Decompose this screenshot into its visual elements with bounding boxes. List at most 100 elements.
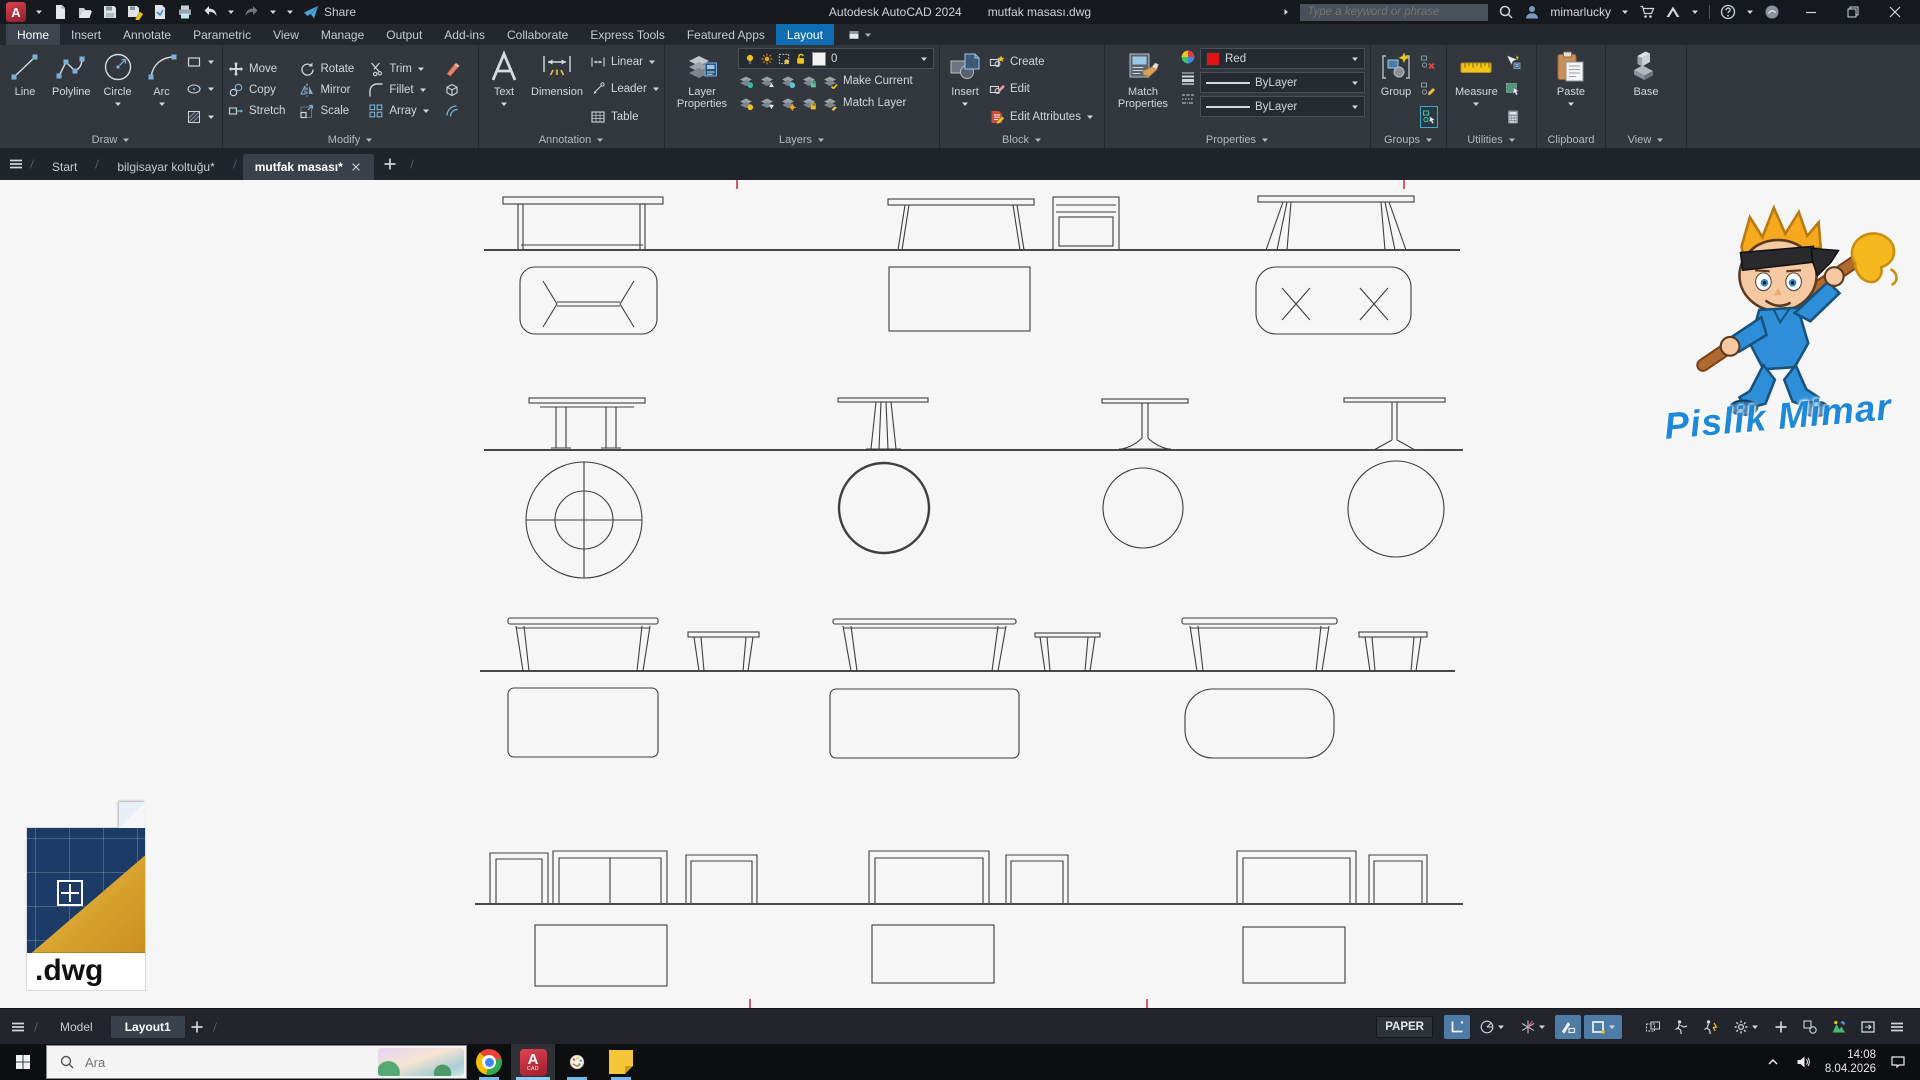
line-tool[interactable]: Line [5,48,45,131]
stretch-tool[interactable]: Stretch [228,100,285,121]
clipboard-panel-label[interactable]: Clipboard [1537,131,1605,148]
drawing-canvas[interactable]: Pislik Mimar .dwg [0,180,1920,1008]
groups-panel-label[interactable]: Groups [1371,131,1446,148]
help-search-input[interactable] [1305,5,1483,19]
create-block-tool[interactable]: Create [989,52,1094,72]
edit-attributes-tool[interactable]: Edit Attributes [989,107,1094,127]
plot-icon[interactable] [177,4,193,20]
annotation-panel-label[interactable]: Annotation [479,131,664,148]
layer-prev-icon[interactable] [759,95,775,111]
view-panel-label[interactable]: View [1606,131,1686,148]
selection-cycling-toggle[interactable] [1640,1015,1666,1039]
match-layer-label[interactable]: Match Layer [843,97,906,109]
match-properties-tool[interactable]: Match Properties [1110,48,1176,131]
app-menu-caret-icon[interactable] [35,8,43,16]
text-tool[interactable]: Text [484,48,524,131]
arc-tool[interactable]: Arc [142,48,182,131]
isolate-objects-button[interactable] [1797,1015,1823,1039]
new-file-icon[interactable] [52,4,68,20]
layer-unlock-icon[interactable] [795,53,807,65]
minimize-button[interactable] [1790,0,1832,24]
restore-button[interactable] [1832,0,1874,24]
base-view-tool[interactable]: Base [1626,48,1666,131]
user-name[interactable]: mimarlucky [1550,5,1611,19]
search-icon[interactable] [1498,4,1514,20]
volume-icon[interactable] [1795,1054,1811,1070]
isometric-drafting-toggle[interactable] [1514,1015,1552,1039]
layer-lock-icon[interactable] [801,73,817,89]
layer-unisolate-icon[interactable] [759,73,775,89]
quick-calculator-tool[interactable] [1505,107,1521,127]
model-tab[interactable]: Model [46,1016,107,1038]
object-color-dropdown[interactable]: Red [1200,48,1365,69]
tab-output[interactable]: Output [375,24,433,45]
customization-plus-button[interactable] [1768,1015,1794,1039]
dynamic-input-toggle[interactable] [1555,1015,1581,1039]
new-layout-button[interactable] [189,1019,205,1035]
taskbar-paint[interactable] [555,1044,599,1080]
help-caret-icon[interactable] [1746,8,1754,16]
layer-thaw-all-icon[interactable] [780,95,796,111]
utilities-panel-label[interactable]: Utilities [1447,131,1536,148]
tab-manage[interactable]: Manage [310,24,375,45]
dimension-tool[interactable]: Dimension [528,48,586,131]
copy-tool[interactable]: Copy [228,79,285,100]
tab-insert[interactable]: Insert [60,24,112,45]
clean-screen-button[interactable] [1855,1015,1881,1039]
save-icon[interactable] [102,4,118,20]
polyline-tool[interactable]: Polyline [49,48,94,131]
tray-expand-icon[interactable] [1765,1054,1781,1070]
autodesk-icon[interactable] [1665,4,1681,20]
draw-panel-label[interactable]: Draw [0,131,222,148]
properties-panel-label[interactable]: Properties [1105,131,1370,148]
hatch-tool[interactable] [186,107,215,127]
tab-featured-apps[interactable]: Featured Apps [676,24,776,45]
help-icon[interactable] [1720,4,1736,20]
linetype-dropdown[interactable]: ByLayer [1200,96,1365,117]
file-tab-bilgisayar-koltugu[interactable]: bilgisayar koltuğu* [105,154,226,180]
customization-menu-button[interactable] [1884,1015,1910,1039]
fillet-tool[interactable]: Fillet [368,79,429,100]
user-caret-icon[interactable] [1621,8,1629,16]
group-edit-tool[interactable] [1420,79,1438,99]
ribbon-display-toggle[interactable] [848,24,872,45]
tab-parametric[interactable]: Parametric [182,24,262,45]
tab-collaborate[interactable]: Collaborate [496,24,579,45]
tab-add-ins[interactable]: Add-ins [433,24,496,45]
circle-tool[interactable]: Circle [98,48,138,131]
taskbar-clock[interactable]: 14:08 8.04.2026 [1825,1048,1876,1077]
insert-block-tool[interactable]: Insert [945,48,985,131]
explode-tool[interactable] [444,79,460,100]
taskbar-search-input[interactable] [83,1054,370,1071]
circle-caret-icon[interactable] [114,100,122,108]
file-tab-mutfak-masasi[interactable]: mutfak masası* [243,154,374,180]
layer-properties-tool[interactable]: Layer Properties [670,48,734,131]
start-button[interactable] [0,1044,46,1080]
rotate-tool[interactable]: Rotate [299,58,354,79]
qat-customize-caret-icon[interactable] [286,8,294,16]
modify-panel-label[interactable]: Modify [223,131,478,148]
user-avatar-icon[interactable] [1524,4,1540,20]
batch-plot-icon[interactable] [152,4,168,20]
layout-menu-icon[interactable] [10,1019,26,1035]
layer-dropdown-caret-icon[interactable] [920,55,928,63]
layer-freeze-vp-icon[interactable] [778,53,790,65]
help-search-field[interactable] [1300,4,1488,21]
scale-tool[interactable]: Scale [299,100,354,121]
layout1-tab[interactable]: Layout1 [111,1016,185,1038]
trim-tool[interactable]: Trim [368,58,429,79]
layer-unlock-all-icon[interactable] [801,95,817,111]
make-current-icon[interactable] [822,73,838,89]
select-objects-tool[interactable] [1505,79,1521,99]
rectangle-tool[interactable] [186,52,215,72]
polar-tracking-toggle[interactable] [1473,1015,1511,1039]
redo-icon[interactable] [244,4,260,20]
paste-tool[interactable]: Paste [1551,48,1591,131]
move-tool[interactable]: Move [228,58,285,79]
group-tool[interactable]: Group [1376,48,1416,131]
file-tab-menu-icon[interactable] [8,156,24,172]
app-store-cart-icon[interactable] [1639,4,1655,20]
new-drawing-tab-button[interactable] [382,156,398,172]
snap-mode-toggle[interactable] [1444,1015,1470,1039]
redo-caret-icon[interactable] [269,8,277,16]
